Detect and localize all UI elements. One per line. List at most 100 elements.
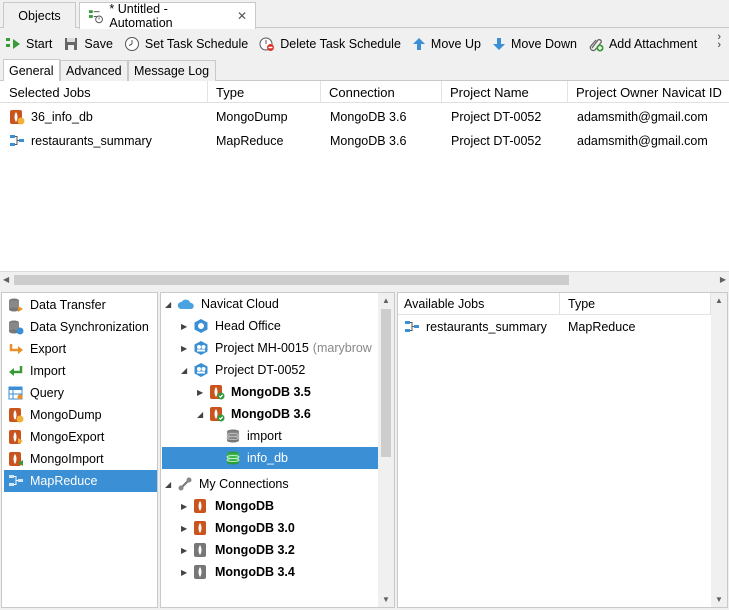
list-item-data-synchronization[interactable]: Data Synchronization: [4, 316, 157, 338]
caret-down-icon[interactable]: ◢: [165, 300, 177, 309]
save-icon: [65, 38, 78, 50]
tree-node-navicat-cloud[interactable]: ◢ Navicat Cloud: [165, 293, 279, 315]
caret-right-icon[interactable]: ▶: [181, 524, 193, 533]
clock-icon: [124, 37, 139, 51]
mongodb-connected-icon: [210, 407, 225, 422]
list-item-mongodump[interactable]: MongoDump: [4, 404, 157, 426]
data-sync-icon: [9, 320, 24, 335]
tree-node-mongodb-35[interactable]: ▶ MongoDB 3.5: [197, 381, 311, 403]
tree-node-head-office[interactable]: ▶ Head Office: [181, 315, 281, 337]
caret-right-icon[interactable]: ▶: [197, 388, 209, 397]
selected-jobs-table: Selected Jobs Type Connection Project Na…: [0, 81, 729, 271]
move-up-button[interactable]: Move Up: [412, 32, 481, 56]
import-icon: [9, 366, 23, 376]
table-row[interactable]: restaurants_summary MapReduce: [398, 315, 711, 339]
mongoexport-icon: [9, 430, 23, 444]
project-icon: [194, 319, 208, 333]
column-selected-jobs[interactable]: Selected Jobs: [0, 81, 208, 103]
attachment-icon: [589, 38, 604, 52]
tree-node-mongodb-34[interactable]: ▶ MongoDB 3.4: [181, 561, 295, 583]
save-button[interactable]: Save: [63, 32, 113, 56]
column-type[interactable]: Type: [560, 293, 711, 315]
export-icon: [9, 344, 23, 354]
mongodb-disconnected-icon: [194, 565, 206, 579]
tab-automation[interactable]: * Untitled - Automation ✕: [79, 2, 256, 30]
list-item-mongoexport[interactable]: MongoExport: [4, 426, 157, 448]
caret-down-icon[interactable]: ◢: [181, 366, 193, 375]
move-down-button[interactable]: Move Down: [492, 32, 577, 56]
available-jobs-scrollbar[interactable]: ▲ ▼: [711, 293, 727, 607]
tree-node-mongodb-36[interactable]: ◢ MongoDB 3.6: [197, 403, 311, 425]
caret-down-icon[interactable]: ◢: [165, 480, 177, 489]
close-tab-icon[interactable]: ✕: [237, 9, 247, 23]
shared-project-icon: [194, 363, 208, 377]
query-icon: [8, 386, 23, 400]
tree-node-mongodb-32[interactable]: ▶ MongoDB 3.2: [181, 539, 295, 561]
mapreduce-icon: [405, 321, 419, 332]
scrollbar-thumb[interactable]: [381, 309, 391, 457]
caret-right-icon[interactable]: ▶: [181, 344, 193, 353]
list-item-mongoimport[interactable]: MongoImport: [4, 448, 157, 470]
add-attachment-button[interactable]: Add Attachment: [588, 32, 697, 56]
table-row[interactable]: restaurants_summary MapReduce MongoDB 3.…: [0, 129, 729, 153]
arrow-up-icon: [412, 38, 425, 50]
list-item-query[interactable]: Query: [4, 382, 157, 404]
scroll-down-icon[interactable]: ▼: [382, 595, 390, 604]
mongodb-disconnected-icon: [194, 543, 206, 557]
caret-right-icon[interactable]: ▶: [181, 322, 193, 331]
tree-node-mongodb[interactable]: ▶ MongoDB: [181, 495, 274, 517]
job-type-list: Data Transfer Data Synchronization Expor…: [1, 292, 158, 608]
mongodump-icon: [10, 110, 25, 125]
table-header: Selected Jobs Type Connection Project Na…: [0, 81, 729, 103]
tree-node-my-connections[interactable]: ◢ My Connections: [165, 473, 289, 495]
mongoimport-icon: [9, 452, 23, 466]
automation-icon: [88, 10, 103, 24]
list-item-import[interactable]: Import: [4, 360, 157, 382]
mongodump-icon: [9, 408, 24, 423]
caret-right-icon[interactable]: ▶: [181, 502, 193, 511]
tab-advanced[interactable]: Advanced: [60, 60, 128, 81]
scroll-right-icon[interactable]: ▶: [720, 275, 726, 284]
scroll-down-icon[interactable]: ▼: [715, 595, 723, 604]
tree-node-mongodb-30[interactable]: ▶ MongoDB 3.0: [181, 517, 295, 539]
toolbar-overflow-icon[interactable]: › ›: [717, 32, 721, 51]
scrollbar-thumb[interactable]: [14, 275, 569, 285]
tab-general[interactable]: General: [3, 59, 60, 81]
shared-project-icon: [194, 341, 208, 355]
scroll-up-icon[interactable]: ▲: [715, 296, 723, 305]
data-transfer-icon: [9, 298, 23, 312]
list-item-mapreduce[interactable]: MapReduce: [4, 470, 157, 492]
caret-down-icon[interactable]: ◢: [197, 410, 209, 419]
delete-task-schedule-button[interactable]: Delete Task Schedule: [259, 32, 401, 56]
caret-right-icon[interactable]: ▶: [181, 568, 193, 577]
column-project-owner[interactable]: Project Owner Navicat ID: [568, 81, 729, 103]
toolbar: Start Save Set Task Schedule Delete Task…: [0, 29, 729, 59]
scroll-left-icon[interactable]: ◀: [3, 275, 9, 284]
column-type[interactable]: Type: [208, 81, 321, 103]
scroll-up-icon[interactable]: ▲: [382, 296, 390, 305]
mongodb-icon: [194, 499, 206, 513]
mapreduce-icon: [10, 135, 24, 146]
tree-vertical-scrollbar[interactable]: ▲ ▼: [378, 293, 394, 607]
column-available-jobs[interactable]: Available Jobs: [398, 293, 560, 315]
list-item-data-transfer[interactable]: Data Transfer: [4, 294, 157, 316]
column-project-name[interactable]: Project Name: [442, 81, 568, 103]
jobs-horizontal-scrollbar[interactable]: ◀ ▶: [0, 271, 729, 287]
tree-node-project-dt[interactable]: ◢ Project DT-0052: [181, 359, 305, 381]
tree-node-info-db[interactable]: info_db: [162, 447, 378, 469]
caret-right-icon[interactable]: ▶: [181, 546, 193, 555]
mapreduce-icon: [9, 475, 23, 486]
cloud-icon: [177, 299, 194, 309]
mongodb-connected-icon: [210, 385, 225, 400]
list-item-export[interactable]: Export: [4, 338, 157, 360]
tree-node-project-mh[interactable]: ▶ Project MH-0015 (marybrow: [181, 337, 372, 359]
database-icon: [226, 429, 240, 443]
start-button[interactable]: Start: [5, 32, 52, 56]
column-connection[interactable]: Connection: [321, 81, 442, 103]
tree-node-import-db[interactable]: import: [225, 425, 282, 447]
set-task-schedule-button[interactable]: Set Task Schedule: [124, 32, 248, 56]
tab-objects[interactable]: Objects: [3, 2, 76, 28]
tab-message-log[interactable]: Message Log: [128, 60, 216, 81]
table-header: Available Jobs Type: [398, 293, 711, 315]
table-row[interactable]: 36_info_db MongoDump MongoDB 3.6 Project…: [0, 105, 729, 129]
